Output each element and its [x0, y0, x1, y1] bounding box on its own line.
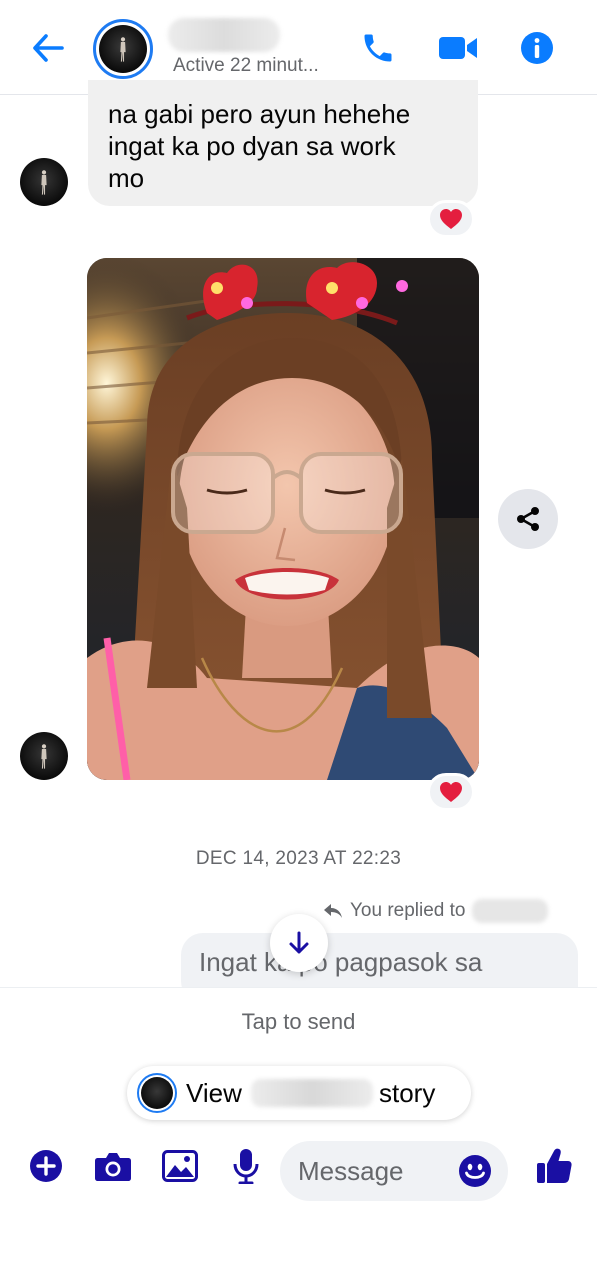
reply-context: You replied to: [322, 899, 548, 923]
message-reaction[interactable]: [427, 200, 475, 238]
share-icon: [517, 507, 539, 531]
story-avatar: [137, 1073, 177, 1113]
contact-name-redacted[interactable]: [168, 18, 280, 52]
photo-image: [87, 258, 479, 780]
view-story-suffix: story: [379, 1078, 436, 1108]
like-button[interactable]: [530, 1142, 578, 1190]
microphone-icon: [233, 1149, 259, 1184]
share-button[interactable]: [498, 489, 558, 549]
message-input-container: [280, 1141, 508, 1201]
emoji-icon[interactable]: [458, 1154, 492, 1188]
sender-avatar[interactable]: [20, 732, 68, 780]
message-timestamp: DEC 14, 2023 AT 22:23: [195, 848, 402, 869]
heart-icon: [440, 782, 462, 802]
story-name-redacted: [251, 1079, 373, 1107]
gallery-button[interactable]: [156, 1142, 204, 1190]
gallery-icon: [162, 1150, 198, 1182]
tap-to-send-label[interactable]: Tap to send: [0, 1009, 597, 1035]
avatar-figure-icon: [41, 169, 47, 195]
voice-message-button[interactable]: [222, 1142, 270, 1190]
back-arrow-icon: [33, 34, 64, 62]
reply-text: Ingat ka po pagpasok sa: [199, 947, 483, 977]
message-input[interactable]: [298, 1141, 458, 1201]
video-camera-icon: [439, 37, 477, 59]
avatar-figure-icon: [41, 743, 47, 769]
photo-reaction[interactable]: [427, 773, 475, 811]
info-button[interactable]: [515, 26, 559, 70]
camera-icon: [95, 1153, 131, 1181]
composer-panel: Tap to send View story: [0, 987, 597, 1280]
plus-icon: [30, 1150, 62, 1182]
reply-arrow-icon: [324, 904, 342, 918]
photo-message[interactable]: [87, 258, 479, 780]
avatar-figure-icon: [120, 36, 126, 62]
replied-label: You replied to: [350, 900, 466, 921]
voice-call-button[interactable]: [356, 26, 400, 70]
video-call-button[interactable]: [436, 26, 480, 70]
arrow-down-icon: [289, 931, 309, 954]
message-line: ingat ka po dyan sa work: [108, 131, 396, 161]
info-icon: [521, 32, 553, 64]
active-status: Active 22 minut...: [173, 55, 319, 76]
sender-avatar[interactable]: [20, 158, 68, 206]
contact-avatar[interactable]: [93, 19, 153, 79]
back-button[interactable]: [28, 28, 68, 68]
scroll-to-bottom-button[interactable]: [270, 914, 328, 972]
received-message-bubble[interactable]: na gabi pero ayun hehehe ingat ka po dya…: [88, 80, 478, 206]
view-story-prefix: View: [186, 1078, 242, 1108]
heart-icon: [440, 209, 462, 229]
camera-button[interactable]: [89, 1142, 137, 1190]
phone-icon: [364, 34, 392, 62]
thumbs-up-icon: [537, 1148, 572, 1183]
view-story-button[interactable]: View story: [127, 1066, 471, 1120]
replied-name-redacted: [471, 899, 548, 923]
more-actions-button[interactable]: [22, 1142, 70, 1190]
message-line: mo: [108, 163, 145, 193]
message-line: na gabi pero ayun hehehe: [108, 99, 411, 129]
